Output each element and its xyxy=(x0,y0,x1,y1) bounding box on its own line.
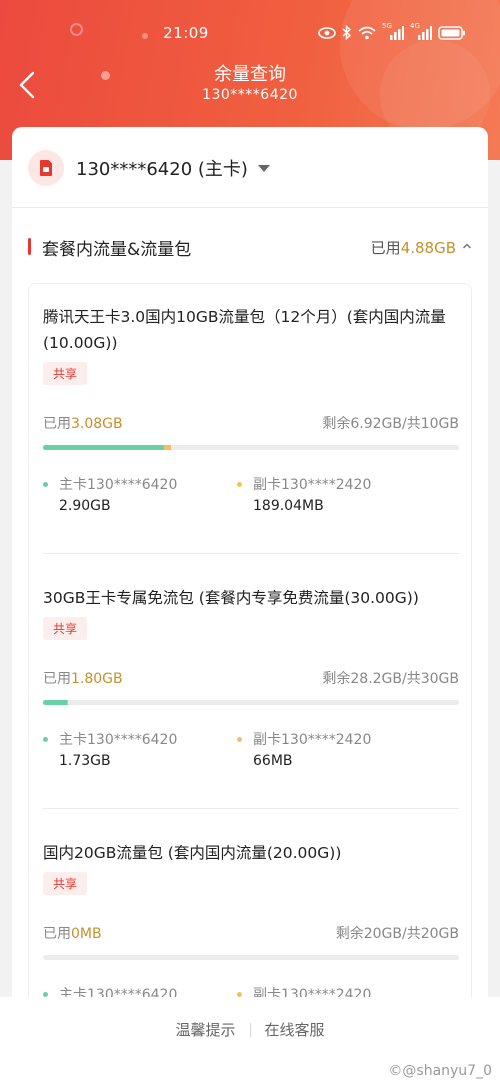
legend-dot xyxy=(43,737,48,742)
divider xyxy=(43,808,459,809)
share-tag: 共享 xyxy=(43,872,88,895)
battery-icon xyxy=(438,25,465,40)
used-label: 已用0MB xyxy=(43,923,102,943)
used-value: 4.88GB xyxy=(400,239,456,257)
package-name: 30GB王卡专属免流包 (套餐内专享免费流量(30.00G)) xyxy=(43,589,419,607)
bottom-bar: 温馨提示 在线客服 ©@shanyu7_0 xyxy=(0,997,500,1085)
usage-progress-bar xyxy=(43,700,459,705)
used-prefix: 已用 xyxy=(370,239,401,257)
divider xyxy=(43,553,459,554)
usage-row: 已用3.08GB 剩余6.92GB/共10GB xyxy=(43,413,459,433)
usage-row: 已用0MB 剩余20GB/共20GB xyxy=(43,923,459,943)
usage-progress-bar xyxy=(43,955,459,960)
divider xyxy=(12,207,488,208)
sub-card-usage-fill xyxy=(163,445,172,450)
main-card: 130****6420 (主卡) 套餐内流量&流量包 已用4.88GB 腾讯天王… xyxy=(12,127,488,1085)
used-label: 已用3.08GB xyxy=(43,413,123,433)
card-breakdown: 主卡130****6420 1.73GB 副卡130****2420 66MB xyxy=(43,729,459,773)
sim-card-icon xyxy=(28,150,64,186)
remaining-label: 剩余20GB/共20GB xyxy=(335,926,459,942)
used-prefix: 已用 xyxy=(43,416,71,432)
usage-progress-bar xyxy=(43,445,459,450)
section-accent-bar xyxy=(28,238,31,255)
package-list: 腾讯天王卡3.0国内10GB流量包（12个月）(套内国内流量(10.00G)) … xyxy=(28,283,472,1085)
page-subtitle-phone: 130****6420 xyxy=(202,87,298,103)
eye-icon xyxy=(318,26,336,39)
holder-value: 189.04MB xyxy=(253,498,324,514)
holder-value: 66MB xyxy=(253,753,293,769)
used-value: 1.80GB xyxy=(71,671,123,687)
holder-value: 1.73GB xyxy=(59,753,111,769)
share-tag: 共享 xyxy=(43,362,88,385)
divider xyxy=(249,1023,251,1037)
main-card-usage-fill xyxy=(43,700,68,705)
page-title: 余量查询 xyxy=(214,64,286,85)
wifi-icon xyxy=(358,26,376,39)
used-label: 已用1.80GB xyxy=(43,668,123,688)
section-title: 套餐内流量&流量包 xyxy=(42,240,192,260)
section-header[interactable]: 套餐内流量&流量包 已用4.88GB xyxy=(28,235,472,260)
bluetooth-icon xyxy=(342,25,352,40)
card-breakdown: 主卡130****6420 2.90GB 副卡130****2420 189.0… xyxy=(43,474,459,518)
holder-name: 副卡130****2420 xyxy=(253,477,372,493)
package-name: 腾讯天王卡3.0国内10GB流量包（12个月）(套内国内流量(10.00G)) xyxy=(43,308,446,352)
status-icons: 5G 4G xyxy=(318,22,466,40)
caret-down-icon xyxy=(257,164,270,172)
signal-icon: 5G xyxy=(382,22,404,40)
package-name: 国内20GB流量包 (套内国内流量(20.00G)) xyxy=(43,844,342,862)
usage-row: 已用1.80GB 剩余28.2GB/共30GB xyxy=(43,668,459,688)
bottom-links: 温馨提示 在线客服 xyxy=(0,1019,500,1040)
remaining-label: 剩余28.2GB/共30GB xyxy=(322,671,459,687)
used-prefix: 已用 xyxy=(43,926,71,942)
holder-value: 2.90GB xyxy=(59,498,111,514)
online-service-link[interactable]: 在线客服 xyxy=(265,1019,325,1040)
watermark: ©@shanyu7_0 xyxy=(388,1063,492,1079)
chevron-up-icon[interactable] xyxy=(462,239,472,253)
remaining-label: 剩余6.92GB/共10GB xyxy=(322,416,459,432)
main-card-usage-fill xyxy=(43,445,164,450)
legend-dot xyxy=(237,482,242,487)
legend-dot xyxy=(237,737,242,742)
share-tag: 共享 xyxy=(43,617,88,640)
package-item: 腾讯天王卡3.0国内10GB流量包（12个月）(套内国内流量(10.00G)) … xyxy=(43,304,459,518)
tips-link[interactable]: 温馨提示 xyxy=(175,1019,235,1040)
sim-selector-label: 130****6420 (主卡) xyxy=(76,159,248,180)
holder-name: 主卡130****6420 xyxy=(59,732,178,748)
sim-selector[interactable]: 130****6420 (主卡) xyxy=(28,149,270,187)
sub-card-usage-fill xyxy=(67,700,68,705)
status-time: 21:09 xyxy=(163,24,209,42)
signal-icon: 4G xyxy=(410,22,432,40)
used-prefix: 已用 xyxy=(43,671,71,687)
package-item: 30GB王卡专属免流包 (套餐内专享免费流量(30.00G)) 共享 已用1.8… xyxy=(43,585,459,773)
used-value: 3.08GB xyxy=(71,416,123,432)
section-used-total: 已用4.88GB xyxy=(371,237,456,258)
legend-dot xyxy=(43,482,48,487)
used-value: 0MB xyxy=(71,926,102,942)
holder-name: 副卡130****2420 xyxy=(253,732,372,748)
holder-name: 主卡130****6420 xyxy=(59,477,178,493)
